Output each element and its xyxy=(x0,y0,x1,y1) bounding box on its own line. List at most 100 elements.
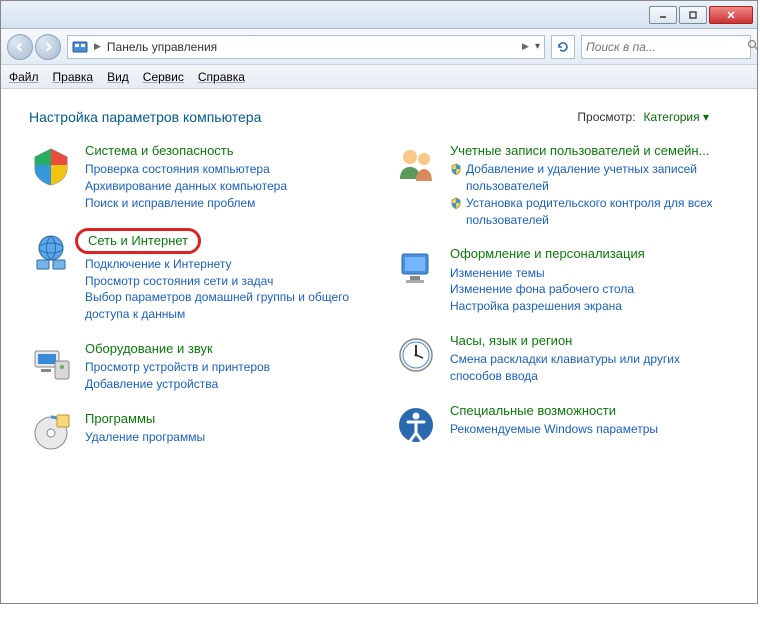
category-link[interactable]: Установка родительского контроля для все… xyxy=(450,195,729,229)
right-column: Учетные записи пользователей и семейн...… xyxy=(394,143,729,455)
menu-tools[interactable]: Сервис xyxy=(143,70,184,84)
close-button[interactable] xyxy=(709,6,753,24)
link-text: Добавление и удаление учетных записей по… xyxy=(466,161,729,195)
access-icon xyxy=(394,403,438,447)
category-link[interactable]: Просмотр состояния сети и задач xyxy=(85,273,364,290)
link-text: Изменение фона рабочего стола xyxy=(450,281,634,298)
category-body: Система и безопасность Проверка состояния… xyxy=(85,143,364,212)
users-icon xyxy=(394,143,438,187)
control-panel-window: ▶ Панель управления ▶ ▾ Файл Правка Вид … xyxy=(0,0,758,604)
view-value[interactable]: Категория ▾ xyxy=(644,110,709,124)
search-input[interactable] xyxy=(586,40,743,54)
category-title[interactable]: Оборудование и звук xyxy=(85,341,364,357)
category: Учетные записи пользователей и семейн...… xyxy=(394,143,729,228)
minimize-button[interactable] xyxy=(649,6,677,24)
category: Специальные возможности Рекомендуемые Win… xyxy=(394,403,729,447)
category-body: Сеть и Интернет Подключение к ИнтернетуПр… xyxy=(85,230,364,323)
search-box[interactable] xyxy=(581,35,751,59)
category-link[interactable]: Удаление программы xyxy=(85,429,364,446)
search-icon xyxy=(747,39,759,54)
link-text: Добавление устройства xyxy=(85,376,218,393)
address-text: Панель управления xyxy=(107,40,516,54)
link-text: Просмотр состояния сети и задач xyxy=(85,273,273,290)
category-link[interactable]: Поиск и исправление проблем xyxy=(85,195,364,212)
forward-button[interactable] xyxy=(35,34,61,60)
view-selector: Просмотр: Категория ▾ xyxy=(577,110,709,124)
category-body: Оформление и персонализация Изменение тем… xyxy=(450,246,729,315)
category-link[interactable]: Подключение к Интернету xyxy=(85,256,364,273)
category-link[interactable]: Изменение темы xyxy=(450,265,729,282)
view-label: Просмотр: xyxy=(577,110,635,124)
category-body: Специальные возможности Рекомендуемые Win… xyxy=(450,403,729,447)
system-icon xyxy=(29,143,73,187)
highlight-marker: Сеть и Интернет xyxy=(75,228,201,254)
address-arrow: ▶ xyxy=(522,41,529,52)
page-title: Настройка параметров компьютера xyxy=(29,109,261,125)
category-title[interactable]: Программы xyxy=(85,411,364,427)
category-title[interactable]: Оформление и персонализация xyxy=(450,246,729,262)
menu-file[interactable]: Файл xyxy=(9,70,39,84)
network-icon xyxy=(29,230,73,274)
appearance-icon xyxy=(394,246,438,290)
nav-buttons xyxy=(7,34,61,60)
category-title[interactable]: Специальные возможности xyxy=(450,403,729,419)
programs-icon xyxy=(29,411,73,455)
category: Программы Удаление программы xyxy=(29,411,364,455)
category-title[interactable]: Учетные записи пользователей и семейн... xyxy=(450,143,729,159)
category-link[interactable]: Изменение фона рабочего стола xyxy=(450,281,729,298)
category: Часы, язык и регион Смена раскладки клави… xyxy=(394,333,729,385)
clock-icon xyxy=(394,333,438,377)
category: Оформление и персонализация Изменение тем… xyxy=(394,246,729,315)
category-title[interactable]: Сеть и Интернет xyxy=(88,233,188,249)
back-button[interactable] xyxy=(7,34,33,60)
category-link[interactable]: Рекомендуемые Windows параметры xyxy=(450,421,729,438)
link-text: Настройка разрешения экрана xyxy=(450,298,622,315)
category-body: Часы, язык и регион Смена раскладки клави… xyxy=(450,333,729,385)
uac-shield-icon xyxy=(450,195,462,214)
address-dropdown-icon[interactable]: ▾ xyxy=(535,41,540,52)
link-text: Удаление программы xyxy=(85,429,205,446)
toolbar: ▶ Панель управления ▶ ▾ xyxy=(1,29,757,65)
category-link[interactable]: Проверка состояния компьютера xyxy=(85,161,364,178)
link-text: Поиск и исправление проблем xyxy=(85,195,255,212)
category: Система и безопасность Проверка состояния… xyxy=(29,143,364,212)
menu-edit[interactable]: Правка xyxy=(53,70,94,84)
category-link[interactable]: Настройка разрешения экрана xyxy=(450,298,729,315)
category-columns: Система и безопасность Проверка состояния… xyxy=(29,143,729,455)
category-body: Учетные записи пользователей и семейн...… xyxy=(450,143,729,228)
link-text: Установка родительского контроля для все… xyxy=(466,195,729,229)
category-link[interactable]: Смена раскладки клавиатуры или других сп… xyxy=(450,351,729,385)
category-link[interactable]: Архивирование данных компьютера xyxy=(85,178,364,195)
menu-view[interactable]: Вид xyxy=(107,70,129,84)
link-text: Архивирование данных компьютера xyxy=(85,178,287,195)
header-row: Настройка параметров компьютера Просмотр… xyxy=(29,109,729,125)
maximize-button[interactable] xyxy=(679,6,707,24)
menu-help[interactable]: Справка xyxy=(198,70,245,84)
content-area: Настройка параметров компьютера Просмотр… xyxy=(1,89,757,603)
address-arrow: ▶ xyxy=(94,41,101,52)
category-link[interactable]: Добавление устройства xyxy=(85,376,364,393)
menubar: Файл Правка Вид Сервис Справка xyxy=(1,65,757,89)
category-body: Программы Удаление программы xyxy=(85,411,364,455)
address-bar[interactable]: ▶ Панель управления ▶ ▾ xyxy=(67,35,545,59)
category-link[interactable]: Просмотр устройств и принтеров xyxy=(85,359,364,376)
control-panel-icon xyxy=(72,39,88,55)
category: Оборудование и звук Просмотр устройств и … xyxy=(29,341,364,393)
link-text: Подключение к Интернету xyxy=(85,256,232,273)
category-link[interactable]: Выбор параметров домашней группы и общег… xyxy=(85,289,364,323)
category-link[interactable]: Добавление и удаление учетных записей по… xyxy=(450,161,729,195)
refresh-button[interactable] xyxy=(551,35,575,59)
link-text: Рекомендуемые Windows параметры xyxy=(450,421,658,438)
hardware-icon xyxy=(29,341,73,385)
uac-shield-icon xyxy=(450,161,462,180)
link-text: Изменение темы xyxy=(450,265,545,282)
link-text: Выбор параметров домашней группы и общег… xyxy=(85,289,364,323)
left-column: Система и безопасность Проверка состояния… xyxy=(29,143,364,455)
titlebar xyxy=(1,1,757,29)
category-body: Оборудование и звук Просмотр устройств и … xyxy=(85,341,364,393)
category-title[interactable]: Часы, язык и регион xyxy=(450,333,729,349)
link-text: Смена раскладки клавиатуры или других сп… xyxy=(450,351,729,385)
category-title[interactable]: Система и безопасность xyxy=(85,143,364,159)
link-text: Просмотр устройств и принтеров xyxy=(85,359,270,376)
category: Сеть и Интернет Подключение к ИнтернетуПр… xyxy=(29,230,364,323)
